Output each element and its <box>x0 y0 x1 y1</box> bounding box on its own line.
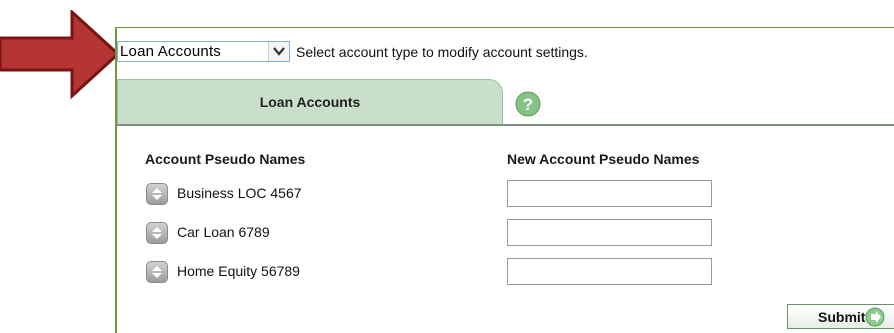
new-pseudo-name-input[interactable] <box>507 180 712 207</box>
tab-label: Loan Accounts <box>259 94 361 110</box>
account-type-value: Loan Accounts <box>120 43 222 60</box>
panel-left-border <box>115 27 117 333</box>
account-name: Business LOC 4567 <box>177 185 302 201</box>
submit-button[interactable]: Submit <box>787 304 894 329</box>
help-question-icon[interactable]: ? <box>515 91 541 117</box>
sort-handle[interactable] <box>146 261 168 283</box>
column-header-new-names: New Account Pseudo Names <box>507 151 700 167</box>
arrow-right-circle-icon <box>865 307 885 327</box>
svg-text:?: ? <box>523 95 533 114</box>
chevron-down-icon <box>273 47 285 56</box>
submit-label: Submit <box>818 309 866 325</box>
sort-handle[interactable] <box>146 222 168 244</box>
account-name: Car Loan 6789 <box>177 224 270 240</box>
select-hint-text: Select account type to modify account se… <box>296 44 588 60</box>
sort-handle[interactable] <box>146 183 168 205</box>
tab-divider <box>117 124 894 126</box>
account-name: Home Equity 56789 <box>177 263 300 279</box>
account-type-select[interactable]: Loan Accounts <box>117 41 290 62</box>
red-arrow-icon <box>0 10 120 100</box>
dropdown-button[interactable] <box>268 42 289 61</box>
tab-loan-accounts[interactable]: Loan Accounts <box>117 79 503 124</box>
panel-top-border <box>115 27 894 28</box>
new-pseudo-name-input[interactable] <box>507 258 712 285</box>
up-down-sort-icon <box>152 188 162 200</box>
column-header-current-names: Account Pseudo Names <box>145 151 306 167</box>
up-down-sort-icon <box>152 227 162 239</box>
new-pseudo-name-input[interactable] <box>507 219 712 246</box>
up-down-sort-icon <box>152 266 162 278</box>
